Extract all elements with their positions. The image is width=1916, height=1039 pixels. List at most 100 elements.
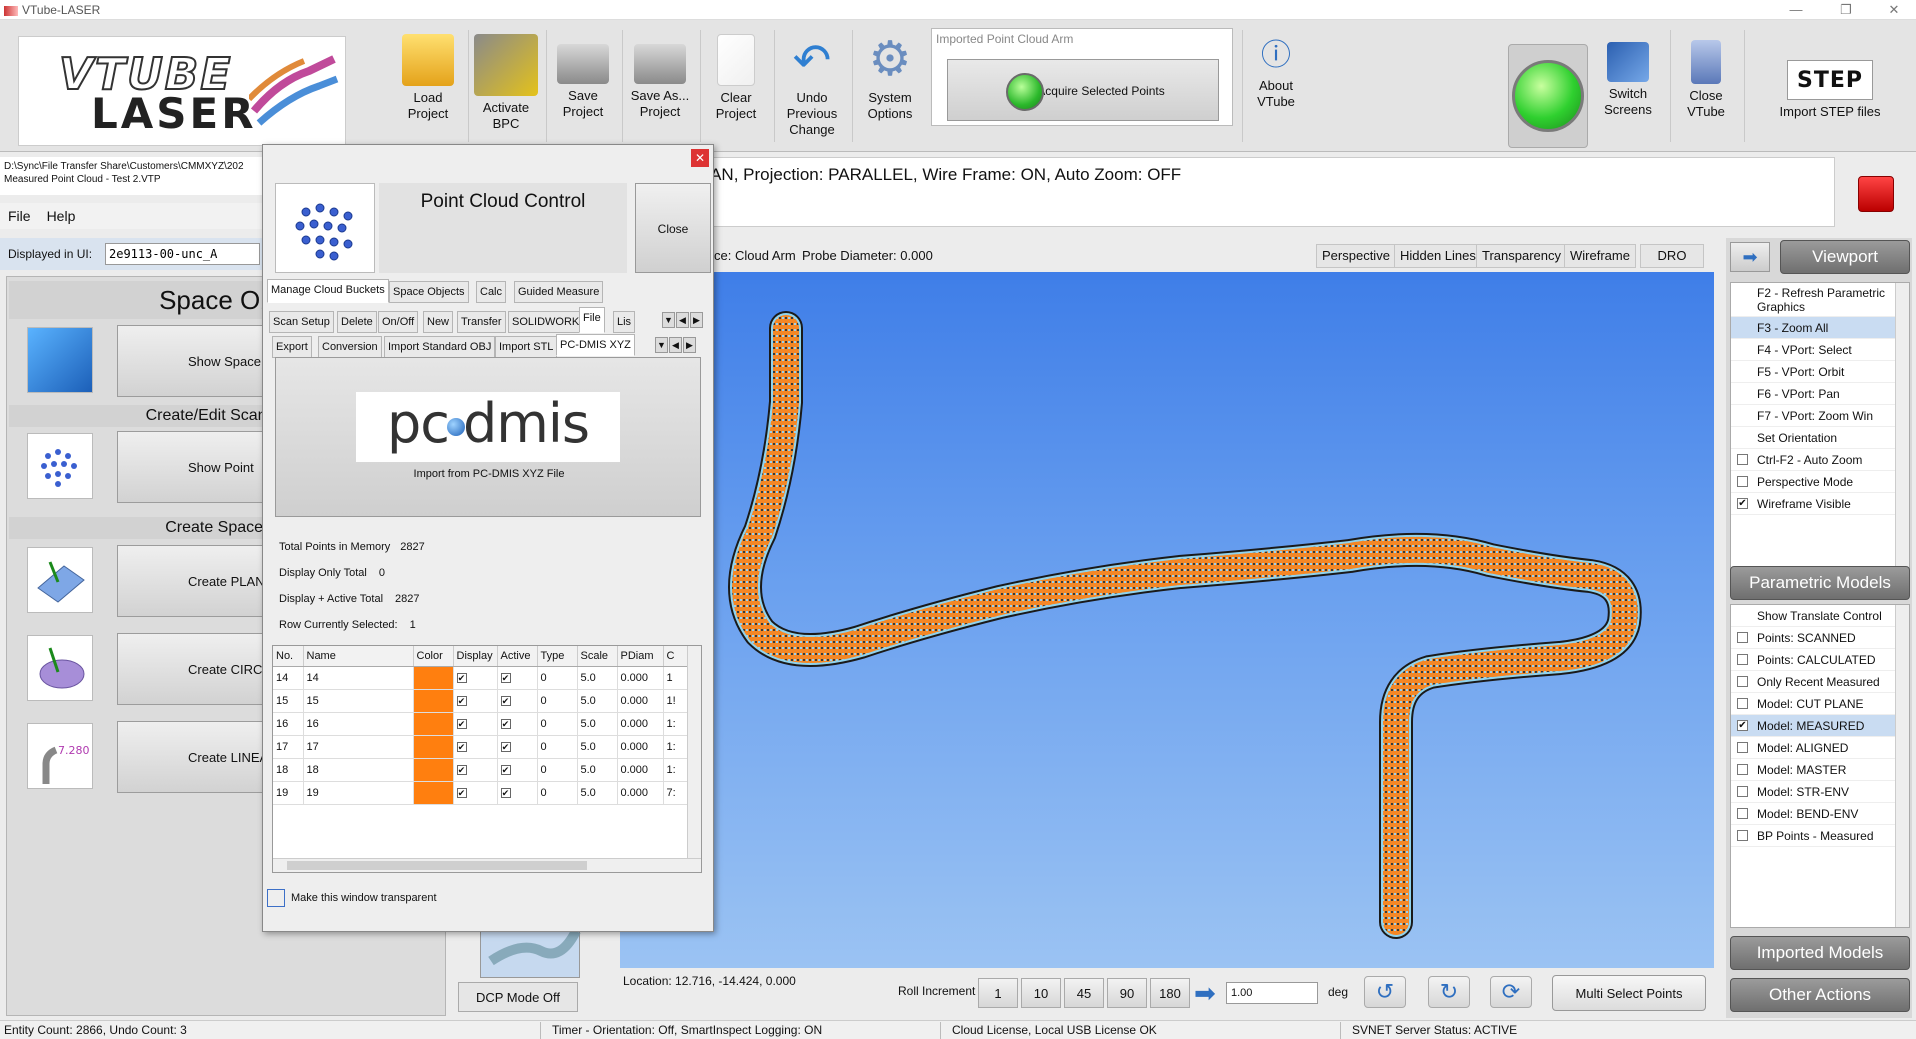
table-row[interactable]: 14 14 ✔ ✔ 0 5.0 0.000 1 bbox=[273, 666, 690, 690]
parametric-models-header[interactable]: Parametric Models bbox=[1730, 566, 1910, 600]
cell-active-checkbox[interactable]: ✔ bbox=[500, 787, 511, 798]
param-checkbox[interactable] bbox=[1737, 632, 1748, 643]
param-item[interactable]: Model: MASTER bbox=[1731, 759, 1909, 781]
cell-display[interactable]: ✔ bbox=[453, 758, 498, 782]
rotate-view-button[interactable]: ⟳ bbox=[1490, 976, 1532, 1008]
dialog-close-icon[interactable]: ✕ bbox=[691, 149, 709, 167]
imported-models-header[interactable]: Imported Models bbox=[1730, 936, 1910, 970]
dialog-close-button[interactable]: Close bbox=[635, 183, 711, 273]
param-item[interactable]: BP Points - Measured bbox=[1731, 825, 1909, 847]
param-checkbox[interactable] bbox=[1737, 786, 1748, 797]
tab-list[interactable]: Lis bbox=[613, 311, 636, 333]
cell-display[interactable]: ✔ bbox=[453, 689, 498, 713]
table-row[interactable]: 18 18 ✔ ✔ 0 5.0 0.000 1: bbox=[273, 758, 690, 782]
tab-export[interactable]: Export bbox=[272, 336, 312, 358]
cell-display-checkbox[interactable]: ✔ bbox=[456, 695, 467, 706]
col-type[interactable]: Type bbox=[537, 646, 578, 667]
param-checkbox[interactable] bbox=[1737, 742, 1748, 753]
tab-dropdown-icon[interactable]: ▼ bbox=[662, 312, 675, 328]
param-item[interactable]: ✔ Model: MEASURED bbox=[1731, 715, 1909, 737]
wireframe-tab[interactable]: Wireframe bbox=[1564, 244, 1636, 268]
import-pcdmis-xyz-button[interactable]: pc dmis Import from PC-DMIS XYZ File bbox=[275, 357, 701, 517]
viewport-item[interactable]: F5 - VPort: Orbit bbox=[1731, 361, 1909, 383]
cell-active-checkbox[interactable]: ✔ bbox=[500, 718, 511, 729]
cell-active[interactable]: ✔ bbox=[497, 781, 538, 805]
3d-viewport[interactable]: Y bbox=[620, 272, 1714, 968]
tab3-scroll-left-icon[interactable]: ◀ bbox=[669, 337, 682, 353]
col-display[interactable]: Display bbox=[453, 646, 498, 667]
save-project-button[interactable]: Save Project bbox=[548, 28, 618, 146]
param-checkbox[interactable] bbox=[1737, 830, 1748, 841]
about-vtube-button[interactable]: ⓘ About VTube bbox=[1244, 28, 1308, 146]
param-scrollbar[interactable] bbox=[1895, 605, 1909, 927]
cell-active-checkbox[interactable]: ✔ bbox=[500, 764, 511, 775]
transparent-checkbox[interactable] bbox=[267, 889, 285, 907]
cell-display[interactable]: ✔ bbox=[453, 666, 498, 690]
param-checkbox[interactable] bbox=[1737, 808, 1748, 819]
rotate-cw-button[interactable]: ↻ bbox=[1428, 976, 1470, 1008]
param-item[interactable]: Only Recent Measured bbox=[1731, 671, 1909, 693]
rotate-ccw-button[interactable]: ↺ bbox=[1364, 976, 1406, 1008]
cell-active-checkbox[interactable]: ✔ bbox=[500, 741, 511, 752]
dro-button[interactable]: DRO bbox=[1640, 244, 1704, 268]
col-c[interactable]: C bbox=[663, 646, 690, 667]
col-scale[interactable]: Scale bbox=[577, 646, 618, 667]
tab3-scroll-right-icon[interactable]: ▶ bbox=[683, 337, 696, 353]
roll-10-button[interactable]: 10 bbox=[1021, 978, 1061, 1008]
displayed-in-ui-input[interactable] bbox=[105, 243, 260, 265]
viewport-checkbox[interactable]: ✔ bbox=[1737, 498, 1748, 509]
cell-display-checkbox[interactable]: ✔ bbox=[456, 787, 467, 798]
cell-color[interactable] bbox=[413, 735, 454, 759]
param-item[interactable]: Model: CUT PLANE bbox=[1731, 693, 1909, 715]
viewport-item[interactable]: Perspective Mode bbox=[1731, 471, 1909, 493]
restore-icon[interactable]: ❐ bbox=[1826, 0, 1866, 20]
load-project-button[interactable]: Load Project bbox=[392, 28, 464, 146]
cell-active[interactable]: ✔ bbox=[497, 712, 538, 736]
viewport-item[interactable]: F7 - VPort: Zoom Win bbox=[1731, 405, 1909, 427]
roll-degree-input[interactable]: 1.00 bbox=[1226, 982, 1318, 1004]
cell-color[interactable] bbox=[413, 758, 454, 782]
cell-display[interactable]: ✔ bbox=[453, 735, 498, 759]
table-row[interactable]: 16 16 ✔ ✔ 0 5.0 0.000 1: bbox=[273, 712, 690, 736]
table-row[interactable]: 19 19 ✔ ✔ 0 5.0 0.000 7: bbox=[273, 781, 690, 805]
param-checkbox[interactable] bbox=[1737, 676, 1748, 687]
cell-active[interactable]: ✔ bbox=[497, 758, 538, 782]
acquire-selected-points-button[interactable]: Acquire Selected Points bbox=[947, 59, 1219, 121]
minimize-icon[interactable]: — bbox=[1776, 0, 1816, 20]
tab3-dropdown-icon[interactable]: ▼ bbox=[655, 337, 668, 353]
dcp-mode-button[interactable]: DCP Mode Off bbox=[458, 982, 578, 1012]
menu-file[interactable]: File bbox=[0, 208, 39, 224]
cell-active[interactable]: ✔ bbox=[497, 666, 538, 690]
tab-guided-measure[interactable]: Guided Measure bbox=[514, 281, 604, 303]
col-name[interactable]: Name bbox=[303, 646, 414, 667]
cell-display-checkbox[interactable]: ✔ bbox=[456, 672, 467, 683]
cell-display[interactable]: ✔ bbox=[453, 781, 498, 805]
param-item[interactable]: Show Translate Control bbox=[1731, 605, 1909, 627]
param-item[interactable]: Model: ALIGNED bbox=[1731, 737, 1909, 759]
scrollbar-thumb[interactable] bbox=[287, 861, 587, 870]
tab-transfer[interactable]: Transfer bbox=[457, 311, 506, 333]
system-options-button[interactable]: ⚙ System Options bbox=[854, 28, 926, 146]
tab-scroll-left-icon[interactable]: ◀ bbox=[676, 312, 689, 328]
tab-on-off[interactable]: On/Off bbox=[378, 311, 419, 333]
cell-display-checkbox[interactable]: ✔ bbox=[456, 741, 467, 752]
cell-color[interactable] bbox=[413, 689, 454, 713]
viewport-item[interactable]: F2 - Refresh Parametric Graphics bbox=[1731, 283, 1909, 317]
cell-display[interactable]: ✔ bbox=[453, 712, 498, 736]
tab-conversion[interactable]: Conversion bbox=[318, 336, 382, 358]
tab-delete[interactable]: Delete bbox=[337, 311, 377, 333]
cell-color[interactable] bbox=[413, 781, 454, 805]
param-checkbox[interactable] bbox=[1737, 764, 1748, 775]
tab-scroll-right-icon[interactable]: ▶ bbox=[690, 312, 703, 328]
menu-help[interactable]: Help bbox=[39, 208, 84, 224]
roll-90-button[interactable]: 90 bbox=[1107, 978, 1147, 1008]
viewport-item[interactable]: F6 - VPort: Pan bbox=[1731, 383, 1909, 405]
tab-calc[interactable]: Calc bbox=[476, 281, 507, 303]
close-window-icon[interactable]: ✕ bbox=[1874, 0, 1914, 20]
param-checkbox[interactable] bbox=[1737, 654, 1748, 665]
viewport-checkbox[interactable] bbox=[1737, 476, 1748, 487]
viewport-header[interactable]: Viewport bbox=[1780, 240, 1910, 274]
viewport-item[interactable]: F3 - Zoom All bbox=[1731, 317, 1909, 339]
cell-display-checkbox[interactable]: ✔ bbox=[456, 718, 467, 729]
table-row[interactable]: 17 17 ✔ ✔ 0 5.0 0.000 1: bbox=[273, 735, 690, 759]
